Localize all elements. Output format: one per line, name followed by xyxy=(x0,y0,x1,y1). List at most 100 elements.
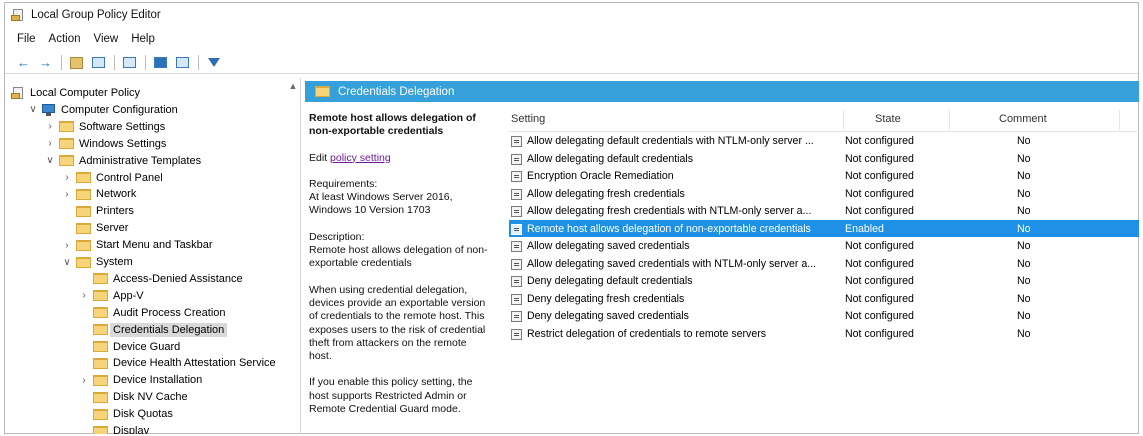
setting-row[interactable]: Encryption Oracle Remediation Not configu… xyxy=(509,167,1139,185)
setting-name: Allow delegating fresh credentials with … xyxy=(527,205,812,217)
tree-item-label: Audit Process Creation xyxy=(113,306,226,319)
chevron-down-icon[interactable]: ∨ xyxy=(28,104,38,115)
tree-item[interactable]: Device Guard xyxy=(79,339,180,355)
chevron-right-icon[interactable]: › xyxy=(79,290,89,301)
chevron-right-icon[interactable]: › xyxy=(62,240,72,251)
setting-row[interactable]: Allow delegating default credentials wit… xyxy=(509,132,1139,150)
setting-row[interactable]: Allow delegating fresh credentials with … xyxy=(509,202,1139,220)
requirements-text: At least Windows Server 2016, Windows 10… xyxy=(309,191,453,217)
tree-item-label: Start Menu and Taskbar xyxy=(96,239,213,252)
tree-item[interactable]: Local Computer Policy xyxy=(11,85,140,101)
policy-setting-icon xyxy=(511,328,522,340)
edit-prefix: Edit xyxy=(309,151,331,164)
column-divider[interactable] xyxy=(949,110,950,130)
setting-row[interactable]: Deny delegating fresh credentials Not con… xyxy=(509,290,1139,308)
extended-description: Remote host allows delegation of non-exp… xyxy=(309,112,489,416)
tree-item[interactable]: › Windows Settings xyxy=(45,136,166,152)
tree-item[interactable]: Server xyxy=(62,220,128,236)
folder-icon xyxy=(93,357,108,369)
folder-icon xyxy=(315,86,330,97)
detail-header-title: Credentials Delegation xyxy=(338,85,455,98)
tree-item-label: Administrative Templates xyxy=(79,154,202,167)
column-divider[interactable] xyxy=(1119,110,1120,130)
tree-item[interactable]: Printers xyxy=(62,203,134,219)
scroll-up-icon[interactable]: ▲ xyxy=(288,81,298,91)
chevron-right-icon[interactable]: › xyxy=(45,121,55,132)
folder-icon xyxy=(76,239,91,251)
setting-row[interactable]: Deny delegating default credentials Not c… xyxy=(509,272,1139,290)
menu-view[interactable]: View xyxy=(94,33,119,45)
column-state[interactable]: State xyxy=(875,113,901,125)
folder-icon xyxy=(59,121,74,133)
setting-comment: No xyxy=(1017,292,1031,305)
setting-row[interactable]: Allow delegating default credentials Not … xyxy=(509,150,1139,168)
column-setting[interactable]: Setting xyxy=(511,113,545,125)
setting-comment: No xyxy=(1017,152,1031,165)
up-folder-icon[interactable] xyxy=(68,55,85,71)
tree-item[interactable]: › Software Settings xyxy=(45,119,165,135)
tree-item[interactable]: › App-V xyxy=(79,288,143,304)
title-bar: Local Group Policy Editor xyxy=(5,3,1138,27)
menu-action[interactable]: Action xyxy=(49,33,81,45)
toolbar: ← → xyxy=(5,52,1138,74)
tree-item[interactable]: › Control Panel xyxy=(62,170,163,186)
menu-file[interactable]: File xyxy=(17,33,36,45)
tree-item[interactable]: › Start Menu and Taskbar xyxy=(62,237,213,253)
setting-row[interactable]: Restrict delegation of credentials to re… xyxy=(509,325,1139,343)
chevron-right-icon[interactable]: › xyxy=(62,189,72,200)
tree-item[interactable]: Credentials Delegation xyxy=(79,322,228,338)
tree-item[interactable]: Disk NV Cache xyxy=(79,389,188,405)
tree-item[interactable]: ∨ Administrative Templates xyxy=(45,153,201,169)
folder-icon xyxy=(76,256,91,268)
tree-item[interactable]: Access-Denied Assistance xyxy=(79,271,243,287)
tree-item[interactable]: Audit Process Creation xyxy=(79,305,226,321)
setting-row[interactable]: Allow delegating saved credentials Not co… xyxy=(509,237,1139,255)
filter-icon[interactable] xyxy=(205,55,222,71)
setting-state: Not configured xyxy=(845,170,914,182)
tree-item[interactable]: ∨ System xyxy=(62,254,132,270)
setting-state: Not configured xyxy=(845,152,914,165)
policy-setting-icon xyxy=(511,293,522,305)
show-hide-tree-icon[interactable] xyxy=(90,55,107,71)
setting-comment: No xyxy=(1017,327,1031,340)
column-comment[interactable]: Comment xyxy=(999,113,1047,125)
tree-item-label: Local Computer Policy xyxy=(30,87,141,99)
chevron-down-icon[interactable]: ∨ xyxy=(45,155,55,166)
setting-row[interactable]: Remote host allows delegation of non-exp… xyxy=(509,219,1139,237)
forward-arrow-icon[interactable]: → xyxy=(37,55,54,71)
chevron-right-icon[interactable]: › xyxy=(62,172,72,183)
export-list-icon[interactable] xyxy=(121,55,138,71)
tree-item[interactable]: Display xyxy=(79,423,149,434)
policy-setting-icon xyxy=(511,188,522,200)
chevron-right-icon[interactable]: › xyxy=(79,375,89,386)
setting-row[interactable]: Allow delegating saved credentials with … xyxy=(509,255,1139,273)
settings-list: Setting State Comment Allow delegating d… xyxy=(509,108,1139,342)
back-arrow-icon[interactable]: ← xyxy=(15,55,32,71)
folder-icon xyxy=(76,222,91,234)
menu-help[interactable]: Help xyxy=(131,33,155,45)
description-paragraph-1: When using credential delegation, device… xyxy=(309,283,486,363)
tree-item[interactable]: Disk Quotas xyxy=(79,406,173,422)
column-divider[interactable] xyxy=(843,110,844,130)
tree-item[interactable]: ∨ Computer Configuration xyxy=(28,102,178,118)
extended-view-icon[interactable] xyxy=(174,55,191,71)
tree-item[interactable]: › Device Installation xyxy=(79,372,202,388)
chevron-down-icon[interactable]: ∨ xyxy=(62,257,72,268)
policy-setting-icon xyxy=(511,311,522,322)
policy-setting-icon xyxy=(511,206,522,217)
tree-item-label: Device Health Attestation Service xyxy=(113,357,276,370)
navigation-tree[interactable]: Local Computer Policy ∨ Computer Configura… xyxy=(7,78,301,434)
setting-row[interactable]: Deny delegating saved credentials Not con… xyxy=(509,307,1139,325)
tree-item-label: Control Panel xyxy=(96,171,163,184)
setting-comment: No xyxy=(1017,275,1031,287)
policy-setting-icon xyxy=(511,276,522,287)
setting-state: Not configured xyxy=(845,292,914,305)
chevron-right-icon[interactable]: › xyxy=(45,138,55,149)
edit-policy-link[interactable]: policy setting xyxy=(330,152,391,164)
tree-item-label: Disk NV Cache xyxy=(113,391,188,404)
tree-item[interactable]: › Network xyxy=(62,186,136,202)
toolbar-separator xyxy=(145,55,146,70)
tree-item[interactable]: Device Health Attestation Service xyxy=(79,355,276,371)
setting-row[interactable]: Allow delegating fresh credentials Not co… xyxy=(509,185,1139,203)
help-icon[interactable] xyxy=(152,55,169,71)
